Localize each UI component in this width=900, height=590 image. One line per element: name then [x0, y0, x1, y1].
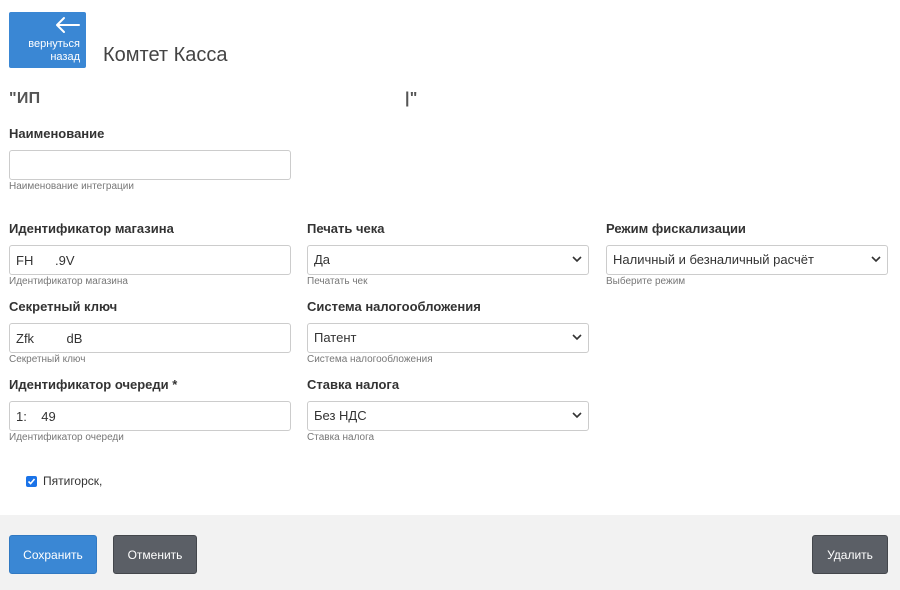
location-checkbox-label: Пятигорск, — [43, 474, 103, 488]
tax-system-label: Система налогообложения — [307, 299, 481, 314]
organization-name: "ИП |" — [9, 90, 417, 108]
tax-system-value: Патент — [314, 330, 357, 345]
check-icon — [27, 477, 36, 485]
print-check-select[interactable]: Да — [307, 245, 589, 275]
fiscal-mode-label: Режим фискализации — [606, 221, 746, 236]
location-checkbox-row: Пятигорск, — [26, 474, 102, 488]
tax-rate-help: Ставка налога — [307, 432, 375, 443]
name-input[interactable] — [9, 150, 291, 180]
chevron-down-icon — [572, 412, 582, 419]
queue-id-label: Идентификатор очереди * — [9, 377, 178, 392]
print-check-label: Печать чека — [307, 221, 385, 236]
form-footer: Сохранить Отменить Удалить — [0, 515, 900, 590]
queue-id-input[interactable] — [9, 401, 291, 431]
name-label: Наименование — [9, 126, 105, 141]
tax-rate-field-group: Ставка налога Без НДС Ставка налога — [307, 377, 589, 443]
print-check-field-group: Печать чека Да Печатать чек — [307, 221, 589, 287]
fiscal-mode-help: Выберите режим — [606, 276, 686, 287]
organization-name-end: |" — [405, 90, 418, 107]
print-check-value: Да — [314, 252, 331, 267]
shop-id-help: Идентификатор магазина — [9, 276, 128, 287]
print-check-help: Печатать чек — [307, 276, 368, 287]
tax-rate-label: Ставка налога — [307, 377, 400, 392]
organization-name-start: "ИП — [9, 90, 41, 107]
save-button[interactable]: Сохранить — [9, 535, 97, 574]
tax-rate-select[interactable]: Без НДС — [307, 401, 589, 431]
secret-key-input[interactable] — [9, 323, 291, 353]
cancel-button[interactable]: Отменить — [113, 535, 197, 574]
shop-id-label: Идентификатор магазина — [9, 221, 174, 236]
secret-key-help: Секретный ключ — [9, 354, 86, 365]
fiscal-mode-select[interactable]: Наличный и безналичный расчёт — [606, 245, 888, 275]
location-checkbox[interactable] — [26, 475, 37, 487]
queue-id-help: Идентификатор очереди — [9, 432, 124, 443]
delete-button[interactable]: Удалить — [812, 535, 888, 574]
chevron-down-icon — [572, 334, 582, 341]
tax-system-field-group: Система налогообложения Патент Система н… — [307, 299, 589, 365]
name-field-group: Наименование Наименование интеграции — [9, 126, 291, 192]
chevron-down-icon — [871, 256, 881, 263]
tax-system-select[interactable]: Патент — [307, 323, 589, 353]
fiscal-mode-field-group: Режим фискализации Наличный и безналичны… — [606, 221, 888, 287]
arrow-left-icon — [56, 17, 80, 33]
tax-system-help: Система налогообложения — [307, 354, 433, 365]
queue-id-field-group: Идентификатор очереди * Идентификатор оч… — [9, 377, 291, 443]
page-title: Комтет Касса — [103, 44, 228, 66]
tax-rate-value: Без НДС — [314, 408, 367, 423]
secret-key-label: Секретный ключ — [9, 299, 118, 314]
chevron-down-icon — [572, 256, 582, 263]
fiscal-mode-value: Наличный и безналичный расчёт — [613, 252, 814, 267]
shop-id-input[interactable] — [9, 245, 291, 275]
back-button[interactable]: вернуться назад — [9, 12, 86, 68]
secret-key-field-group: Секретный ключ Секретный ключ — [9, 299, 291, 365]
back-button-label: вернуться назад — [28, 38, 80, 63]
shop-id-field-group: Идентификатор магазина Идентификатор маг… — [9, 221, 291, 287]
name-help: Наименование интеграции — [9, 181, 134, 192]
